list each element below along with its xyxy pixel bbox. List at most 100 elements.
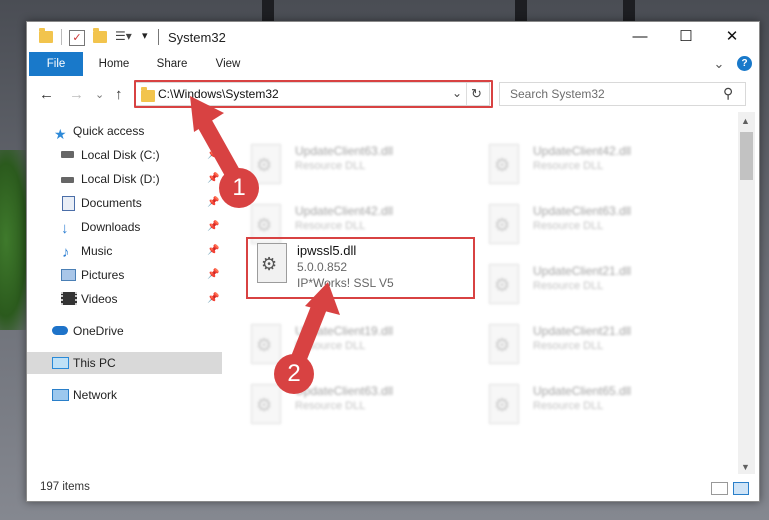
download-icon: ↓	[61, 220, 69, 237]
sidebar-item-documents[interactable]: Documents 📌	[27, 192, 222, 214]
separator	[158, 29, 159, 45]
sidebar-item-label: Pictures	[81, 268, 125, 282]
sidebar-item-label: Quick access	[73, 124, 145, 138]
sidebar-item-label: OneDrive	[73, 324, 124, 338]
background-post	[515, 0, 527, 22]
tab-file[interactable]: File	[29, 52, 83, 76]
quick-access-dropdown-icon[interactable]: ▾	[142, 29, 152, 45]
folder-icon	[39, 28, 53, 45]
tab-share[interactable]: Share	[145, 52, 199, 76]
details-view-icon[interactable]	[711, 482, 728, 495]
pin-icon: 📌	[207, 293, 220, 304]
sidebar-item-pictures[interactable]: Pictures 📌	[27, 264, 222, 286]
file-tile[interactable]: UpdateClient21.dll Resource DLL	[485, 320, 715, 376]
file-description: Resource DLL	[533, 340, 604, 352]
sidebar-item-onedrive[interactable]: OneDrive	[27, 320, 222, 342]
file-description: Resource DLL	[533, 220, 604, 232]
forward-button[interactable]: →	[69, 86, 84, 103]
scroll-up-icon[interactable]: ▲	[741, 116, 750, 126]
sidebar-item-label: Documents	[81, 196, 142, 210]
music-icon: ♪	[62, 244, 70, 261]
close-button[interactable]: ✕	[709, 22, 755, 52]
back-button[interactable]: ←	[39, 86, 54, 103]
ribbon-tabs: File Home Share View ⌄ ?	[27, 52, 759, 77]
network-icon	[52, 389, 69, 401]
pin-icon: 📌	[207, 269, 220, 280]
ribbon-collapse-icon[interactable]: ⌄	[709, 52, 729, 76]
file-name: UpdateClient63.dll	[295, 144, 394, 158]
properties-icon[interactable]: ✓	[69, 30, 85, 46]
file-tile[interactable]: UpdateClient65.dll Resource DLL	[485, 380, 715, 436]
up-button[interactable]: ↑	[115, 86, 123, 103]
customize-quick-access-icon[interactable]: ☰▾	[115, 29, 137, 45]
file-description: Resource DLL	[533, 400, 604, 412]
new-folder-icon[interactable]	[93, 28, 107, 45]
sidebar-item-local-disk-c[interactable]: Local Disk (C:) 📌	[27, 144, 222, 166]
file-name: UpdateClient21.dll	[533, 324, 632, 338]
pin-icon: 📌	[207, 245, 220, 256]
file-name: UpdateClient19.dll	[295, 324, 394, 338]
file-description: Resource DLL	[533, 160, 604, 172]
sidebar-item-music[interactable]: ♪ Music 📌	[27, 240, 222, 262]
sidebar-item-network[interactable]: Network	[27, 384, 222, 406]
title-bar: ✓ ☰▾ ▾ System32 — ☐ ✕	[27, 22, 759, 52]
file-tile[interactable]: UpdateClient63.dll Resource DLL	[485, 200, 715, 256]
file-highlight-box	[246, 237, 475, 299]
sidebar-item-quick-access[interactable]: ★ Quick access	[27, 120, 222, 142]
scroll-down-icon[interactable]: ▼	[741, 462, 750, 472]
file-name: UpdateClient42.dll	[533, 144, 632, 158]
pin-icon: 📌	[207, 197, 220, 208]
sidebar-item-label: Network	[73, 388, 118, 402]
file-description: Resource DLL	[295, 340, 366, 352]
maximize-button[interactable]: ☐	[663, 22, 709, 52]
tab-home[interactable]: Home	[87, 52, 141, 76]
disk-icon	[61, 151, 74, 158]
tab-view[interactable]: View	[201, 52, 255, 76]
file-name: UpdateClient63.dll	[533, 204, 632, 218]
explorer-window: ✓ ☰▾ ▾ System32 — ☐ ✕ File Home Share Vi…	[26, 21, 760, 502]
sidebar-item-label: This PC	[73, 356, 116, 370]
sidebar-item-label: Music	[81, 244, 113, 258]
large-icons-view-icon[interactable]	[733, 482, 749, 495]
window-title: System32	[168, 30, 226, 45]
search-placeholder: Search System32	[510, 87, 605, 101]
dll-file-icon	[251, 324, 281, 364]
file-tile[interactable]: UpdateClient21.dll Resource DLL	[485, 260, 715, 316]
sidebar-item-label: Local Disk (D:)	[81, 172, 160, 186]
document-icon	[62, 196, 75, 211]
item-count: 197 items	[40, 481, 90, 493]
picture-icon	[61, 269, 76, 281]
minimize-button[interactable]: —	[617, 22, 663, 52]
disk-icon	[61, 177, 74, 183]
dll-file-icon	[489, 384, 519, 424]
vertical-scrollbar[interactable]: ▲ ▼	[738, 112, 755, 476]
sidebar-item-this-pc[interactable]: This PC	[27, 352, 222, 374]
pin-icon: 📌	[207, 173, 220, 184]
navigation-pane: ★ Quick access Local Disk (C:) 📌 Local D…	[27, 112, 222, 474]
dll-file-icon	[489, 264, 519, 304]
cloud-icon	[52, 326, 68, 335]
recent-locations-icon[interactable]: ⌄	[95, 88, 104, 101]
file-description: Resource DLL	[295, 400, 366, 412]
star-icon: ★	[54, 126, 67, 142]
help-icon[interactable]: ?	[737, 56, 752, 71]
dll-file-icon	[489, 204, 519, 244]
sidebar-item-downloads[interactable]: ↓ Downloads 📌	[27, 216, 222, 238]
background-post	[623, 0, 635, 22]
file-tile[interactable]: UpdateClient63.dll Resource DLL	[247, 140, 477, 196]
computer-icon	[52, 357, 69, 369]
video-icon	[61, 292, 77, 305]
sidebar-item-label: Videos	[81, 292, 118, 306]
step-1-badge: 1	[219, 168, 259, 208]
pin-icon: 📌	[207, 221, 220, 232]
address-highlight-box	[134, 80, 493, 108]
dll-file-icon	[251, 384, 281, 424]
status-bar: 197 items	[27, 474, 759, 501]
scrollbar-thumb[interactable]	[740, 132, 753, 180]
file-tile[interactable]: UpdateClient42.dll Resource DLL	[485, 140, 715, 196]
file-description: Resource DLL	[533, 280, 604, 292]
file-name: UpdateClient42.dll	[295, 204, 394, 218]
sidebar-item-local-disk-d[interactable]: Local Disk (D:) 📌	[27, 168, 222, 190]
sidebar-item-videos[interactable]: Videos 📌	[27, 288, 222, 310]
search-icon[interactable]: ⚲	[723, 85, 733, 102]
